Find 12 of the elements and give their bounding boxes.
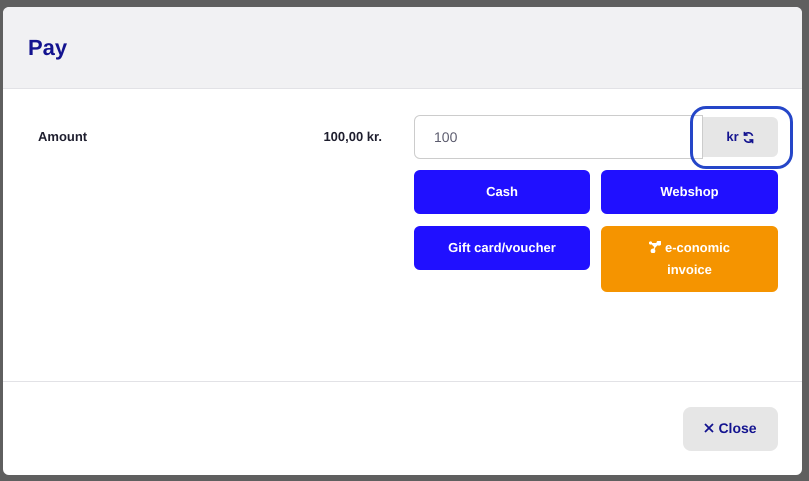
amount-label: Amount [38,128,88,146]
currency-button[interactable]: kr [703,117,778,157]
close-icon [704,423,714,433]
amount-input-field[interactable]: 100 [414,115,703,159]
refresh-icon [742,130,755,144]
payment-button[interactable]: Gift card/voucher [414,226,590,270]
close-button[interactable]: Close [683,406,778,450]
payment-button[interactable]: Cash [414,170,590,214]
payment-button[interactable]: Webshop [601,170,778,214]
nodes-icon [648,241,661,253]
dialog-title: Pay [28,34,68,62]
amount-value: 100,00 kr. [323,128,382,146]
